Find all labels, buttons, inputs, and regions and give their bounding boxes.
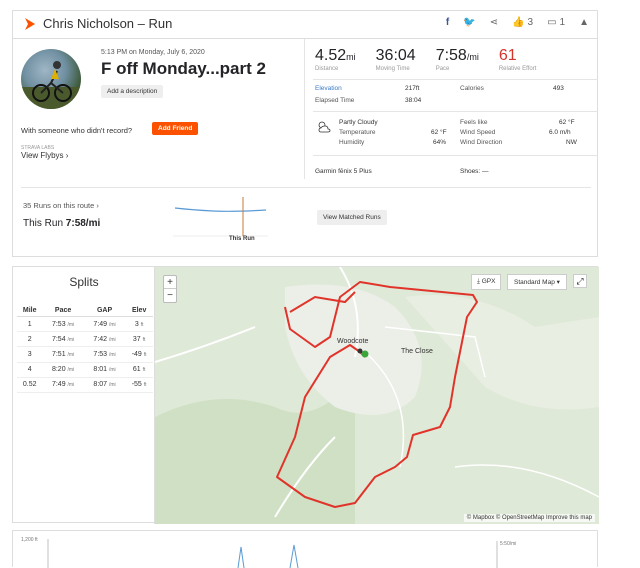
download-gpx-button[interactable]: ⤓ GPX (471, 274, 502, 290)
chevron-down-icon: ▾ (556, 279, 560, 286)
zoom-in-button[interactable]: + (164, 276, 176, 289)
activity-summary-card: 5:13 PM on Monday, July 6, 2020 F off Mo… (12, 38, 598, 257)
chevron-right-icon: › (65, 151, 69, 160)
route-map[interactable]: + − ⤓ GPX Standard Map ▾ ⤢ Woodcote The … (155, 267, 599, 524)
wind-direction-value: NW (566, 139, 577, 146)
details-divider (313, 111, 598, 112)
map-place-the-close: The Close (401, 348, 433, 355)
map-canvas (155, 267, 599, 524)
humidity-label: Humidity (339, 139, 365, 146)
splits-panel: Splits Mile Pace GAP Elev 1 7:53 /mi 7:4… (13, 267, 155, 524)
calories-value: 493 (553, 85, 564, 92)
with-someone-text: With someone who didn't record? (21, 126, 133, 135)
elevation-chart-card: 1,200 ft 5:50/mi (12, 530, 598, 568)
activity-timestamp: 5:13 PM on Monday, July 6, 2020 (101, 49, 205, 56)
this-run-marker-label: This Run (229, 236, 255, 242)
zoom-control: + − (163, 275, 177, 303)
this-run-pace: This Run 7:58/mi (23, 218, 101, 229)
chevron-right-icon: › (96, 201, 99, 210)
expand-icon: ⤢ (576, 276, 584, 286)
weather-divider (313, 155, 598, 156)
stats-divider (313, 79, 598, 80)
strava-chevron-icon (25, 18, 35, 30)
temperature-label: Temperature (339, 129, 376, 136)
page-title: Chris Nicholson – Run (43, 16, 173, 31)
partly-cloudy-icon (318, 121, 331, 133)
map-place-woodcote: Woodcote (337, 338, 369, 345)
fullscreen-button[interactable]: ⤢ (573, 274, 587, 288)
route-divider (21, 187, 591, 188)
elevation-value: 217ft (405, 85, 420, 92)
elapsed-value: 38:04 (405, 97, 422, 104)
thumbs-up-icon: 👍 (512, 17, 525, 28)
kudos-button[interactable]: 👍 3 (512, 17, 533, 28)
route-runs-link[interactable]: 35 Runs on this route › (23, 201, 99, 210)
elevation-label[interactable]: Elevation (315, 85, 342, 92)
add-friend-button[interactable]: Add Friend (152, 122, 199, 135)
feels-like-value: 62 °F (559, 119, 575, 126)
wind-speed-label: Wind Speed (460, 129, 496, 136)
table-row: 1 7:53 /mi 7:49 /mi 3 ft (17, 316, 153, 333)
route-comparison-chart (173, 197, 268, 237)
col-elev: Elev (125, 305, 153, 317)
col-pace: Pace (42, 305, 84, 317)
humidity-value: 64% (433, 139, 447, 146)
map-type-select[interactable]: Standard Map ▾ (507, 274, 567, 290)
col-gap: GAP (83, 305, 126, 317)
cyclist-photo-icon (21, 61, 81, 109)
facebook-icon[interactable]: f (446, 17, 449, 28)
shoes-info: Shoes: — (460, 168, 489, 175)
download-icon: ⤓ (477, 278, 480, 285)
stat-pace: 7:58/mi Pace (435, 47, 479, 72)
stat-distance: 4.52mi Distance (315, 47, 356, 72)
social-actions: f 🐦 ⋖ 👍 3 ▭ 1 ▲ (446, 17, 589, 28)
twitter-icon[interactable]: 🐦 (463, 17, 475, 28)
elevation-pace-chart (47, 539, 498, 568)
view-matched-runs-button[interactable]: View Matched Runs (317, 210, 387, 225)
avatar[interactable] (21, 49, 81, 109)
temperature-value: 62 °F (431, 129, 447, 136)
comments-button[interactable]: ▭ 1 (547, 17, 565, 28)
view-flybys-link[interactable]: View Flybys › (21, 151, 68, 160)
collapse-icon[interactable]: ▲ (579, 17, 589, 28)
map-attribution[interactable]: © Mapbox © OpenStreetMap Improve this ma… (463, 514, 595, 522)
activity-name: F off Monday...part 2 (101, 59, 266, 78)
feels-like-label: Feels like (460, 119, 488, 126)
splits-table: Mile Pace GAP Elev 1 7:53 /mi 7:49 /mi 3… (17, 305, 153, 393)
splits-map-card: Splits Mile Pace GAP Elev 1 7:53 /mi 7:4… (12, 266, 599, 524)
splits-title: Splits (69, 275, 99, 289)
elapsed-label: Elapsed Time (315, 97, 355, 104)
activity-header: Chris Nicholson – Run f 🐦 ⋖ 👍 3 ▭ 1 ▲ (12, 10, 598, 38)
calories-label: Calories (460, 85, 484, 92)
vertical-divider (304, 39, 305, 179)
zoom-out-button[interactable]: − (164, 289, 176, 302)
stat-moving-time: 36:04 Moving Time (375, 47, 416, 72)
comment-icon: ▭ (547, 17, 557, 28)
wind-direction-label: Wind Direction (460, 139, 503, 146)
primary-stats: 4.52mi Distance 36:04 Moving Time 7:58/m… (315, 47, 536, 72)
col-mile: Mile (17, 305, 43, 317)
table-row: 0.52 7:49 /mi 8:07 /mi -55 ft (17, 377, 153, 393)
add-description-button[interactable]: Add a description (101, 85, 164, 98)
device-name: Garmin fēnix 5 Plus (315, 168, 372, 175)
weather-condition: Partly Cloudy (339, 119, 378, 126)
stat-relative-effort[interactable]: 61 Relative Effort (499, 47, 537, 72)
table-row: 3 7:51 /mi 7:53 /mi -49 ft (17, 346, 153, 363)
table-row: 2 7:54 /mi 7:42 /mi 37 ft (17, 331, 153, 348)
wind-speed-value: 6.0 m/h (549, 129, 571, 136)
share-icon[interactable]: ⋖ (490, 17, 498, 28)
table-row: 4 8:20 /mi 8:01 /mi 61 ft (17, 362, 153, 378)
